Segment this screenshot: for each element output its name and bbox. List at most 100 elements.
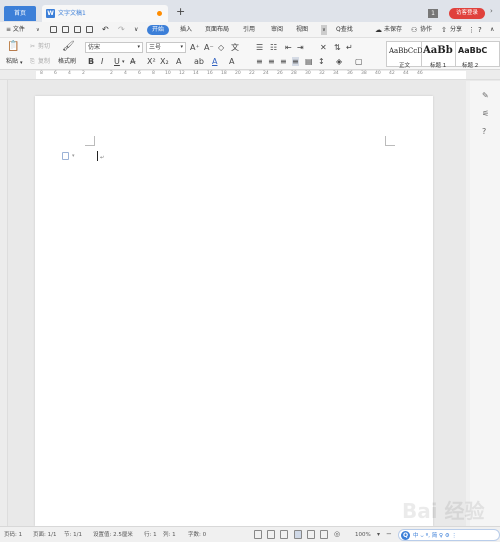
sort-icon[interactable]: ⇅ (334, 43, 341, 52)
help-circle-icon[interactable]: ? (482, 127, 486, 136)
customize-arrow-icon[interactable]: ∨ (134, 25, 138, 35)
tab-references[interactable]: 引用 (243, 25, 255, 35)
distributed-icon[interactable]: ▤ (305, 57, 313, 66)
input-method-bar[interactable]: Q 中 ⌣ º, 简 ♀ ⚙ ⋮ (398, 529, 500, 541)
vertical-ruler[interactable] (0, 80, 8, 526)
print-preview-icon[interactable] (86, 26, 93, 33)
format-painter-icon[interactable]: 🖌 (62, 42, 75, 52)
eye-protect-icon[interactable]: ◎ (334, 530, 340, 538)
tab-home[interactable]: 首页 (4, 6, 36, 21)
paste-icon[interactable]: 📋 (7, 42, 19, 52)
pinyin-guide-icon[interactable]: 文 (231, 43, 239, 52)
vertical-scrollbar[interactable] (466, 81, 470, 526)
document-page[interactable]: ▾ ↵ (35, 96, 433, 526)
share-button[interactable]: 分享 (450, 25, 462, 35)
more-options-icon[interactable]: ⋮ (468, 25, 475, 35)
page-number[interactable]: 页码: 1 (4, 531, 22, 539)
horizontal-ruler[interactable]: 8 6 4 2 2 4 6 8 10 12 14 16 18 20 22 24 … (0, 70, 500, 80)
document-icon-arrow[interactable]: ▾ (72, 153, 75, 159)
page-view-icon[interactable] (294, 530, 302, 539)
style-settings-icon[interactable]: ⚟ (482, 109, 489, 118)
window-count-badge[interactable]: 1 (428, 9, 438, 18)
web-view-icon[interactable] (307, 530, 315, 539)
cut-button[interactable]: 剪切 (38, 43, 50, 51)
border-icon[interactable]: ▢ (355, 57, 363, 66)
page-count[interactable]: 页面: 1/1 (33, 531, 56, 539)
file-menu-arrow-icon[interactable]: ∨ (36, 25, 40, 35)
word-count[interactable]: 字数: 0 (188, 531, 206, 539)
italic-icon[interactable]: I (101, 57, 103, 66)
row-number[interactable]: 行: 1 (144, 531, 157, 539)
tab-insert[interactable]: 插入 (180, 25, 192, 35)
guest-login-button[interactable]: 访客登录 (449, 8, 485, 19)
underline-arrow-icon[interactable]: ▾ (122, 58, 125, 67)
font-size-select[interactable]: 三号 ▾ (146, 42, 186, 53)
strikethrough-icon[interactable]: A̶ (130, 57, 135, 66)
underline-icon[interactable]: U (114, 57, 120, 66)
tab-document[interactable]: W 文字文稿1 (42, 5, 168, 22)
bullet-list-icon[interactable]: ☰ (256, 43, 263, 52)
chinese-layout-icon[interactable]: ✕ (320, 43, 327, 52)
outline-view-icon[interactable] (320, 530, 328, 539)
read-view-icon[interactable] (267, 530, 275, 539)
justify-icon[interactable]: ≡ (292, 57, 299, 66)
grow-font-icon[interactable]: A⁺ (190, 43, 200, 52)
file-menu[interactable]: ≡ 文件 (6, 25, 25, 35)
redo-icon[interactable]: ↷ (118, 25, 125, 35)
char-shading-icon[interactable]: A (229, 57, 234, 66)
open-icon[interactable] (62, 26, 69, 33)
collaborate-button[interactable]: 协作 (420, 25, 432, 35)
style-normal[interactable]: AaBbCcDd 正文 (386, 41, 427, 69)
copy-button[interactable]: 复制 (38, 58, 50, 66)
section-count[interactable]: 节: 1/1 (64, 531, 82, 539)
increase-indent-icon[interactable]: ⇥ (297, 43, 304, 52)
print-icon[interactable] (74, 26, 81, 33)
format-painter-button[interactable]: 格式刷 (58, 58, 76, 66)
edit-view-icon[interactable] (280, 530, 288, 539)
setting-value[interactable]: 设置值: 2.5厘米 (93, 531, 133, 539)
undo-icon[interactable]: ↶ (102, 25, 109, 35)
new-tab-button[interactable]: + (176, 6, 185, 17)
style-heading-2[interactable]: AaBbC 标题 2 (456, 41, 500, 69)
unsaved-status[interactable]: 未保存 (384, 25, 402, 35)
search-button[interactable]: Q查找 (336, 25, 353, 35)
paste-label[interactable]: 粘贴 (6, 58, 18, 66)
collapse-ribbon-icon[interactable]: ∧ (490, 25, 494, 35)
align-left-icon[interactable]: ≡ (256, 57, 263, 66)
tab-start[interactable]: 开始 (147, 25, 170, 35)
tab-review[interactable]: 审阅 (271, 25, 283, 35)
font-color-icon[interactable]: A (212, 57, 217, 66)
line-spacing-icon[interactable]: ↕ (318, 57, 325, 66)
copy-icon[interactable]: ⎘ (30, 58, 35, 66)
ime-status-text[interactable]: 中 ⌣ º, 简 ♀ ⚙ ⋮ (413, 532, 457, 540)
more-tabs-icon[interactable]: ∨ (321, 25, 327, 35)
numbered-list-icon[interactable]: ☷ (270, 43, 277, 52)
shrink-font-icon[interactable]: A⁻ (204, 43, 214, 52)
zoom-out-button[interactable]: − (386, 530, 392, 538)
tab-page-layout[interactable]: 页面布局 (205, 25, 229, 35)
show-marks-icon[interactable]: ↵ (346, 43, 353, 52)
align-center-icon[interactable]: ≡ (268, 57, 275, 66)
shading-icon[interactable]: ◈ (336, 57, 342, 66)
edit-pen-icon[interactable]: ✎ (482, 91, 489, 100)
font-name-select[interactable]: 仿宋 ▾ (85, 42, 143, 53)
save-icon[interactable] (50, 26, 57, 33)
bold-icon[interactable]: B (88, 57, 94, 66)
superscript-icon[interactable]: X² (147, 57, 156, 66)
text-effect-icon[interactable]: A (176, 57, 181, 66)
zoom-dropdown-icon[interactable]: ▾ (377, 531, 380, 539)
fullscreen-view-icon[interactable] (254, 530, 262, 539)
zoom-level[interactable]: 100% (355, 531, 371, 539)
clear-format-icon[interactable]: ◇ (218, 43, 224, 52)
paste-arrow-icon[interactable]: ▾ (20, 59, 23, 67)
help-icon[interactable]: ? (478, 25, 482, 35)
cut-icon[interactable]: ✂ (30, 43, 35, 51)
tab-view[interactable]: 视图 (296, 25, 308, 35)
highlight-icon[interactable]: ab (194, 57, 204, 66)
style-heading-1[interactable]: AaBb 标题 1 (422, 41, 456, 69)
document-icon[interactable] (62, 152, 69, 160)
column-number[interactable]: 列: 1 (163, 531, 176, 539)
more-chevron-icon[interactable]: › (490, 7, 493, 15)
decrease-indent-icon[interactable]: ⇤ (285, 43, 292, 52)
subscript-icon[interactable]: X₂ (160, 57, 169, 66)
